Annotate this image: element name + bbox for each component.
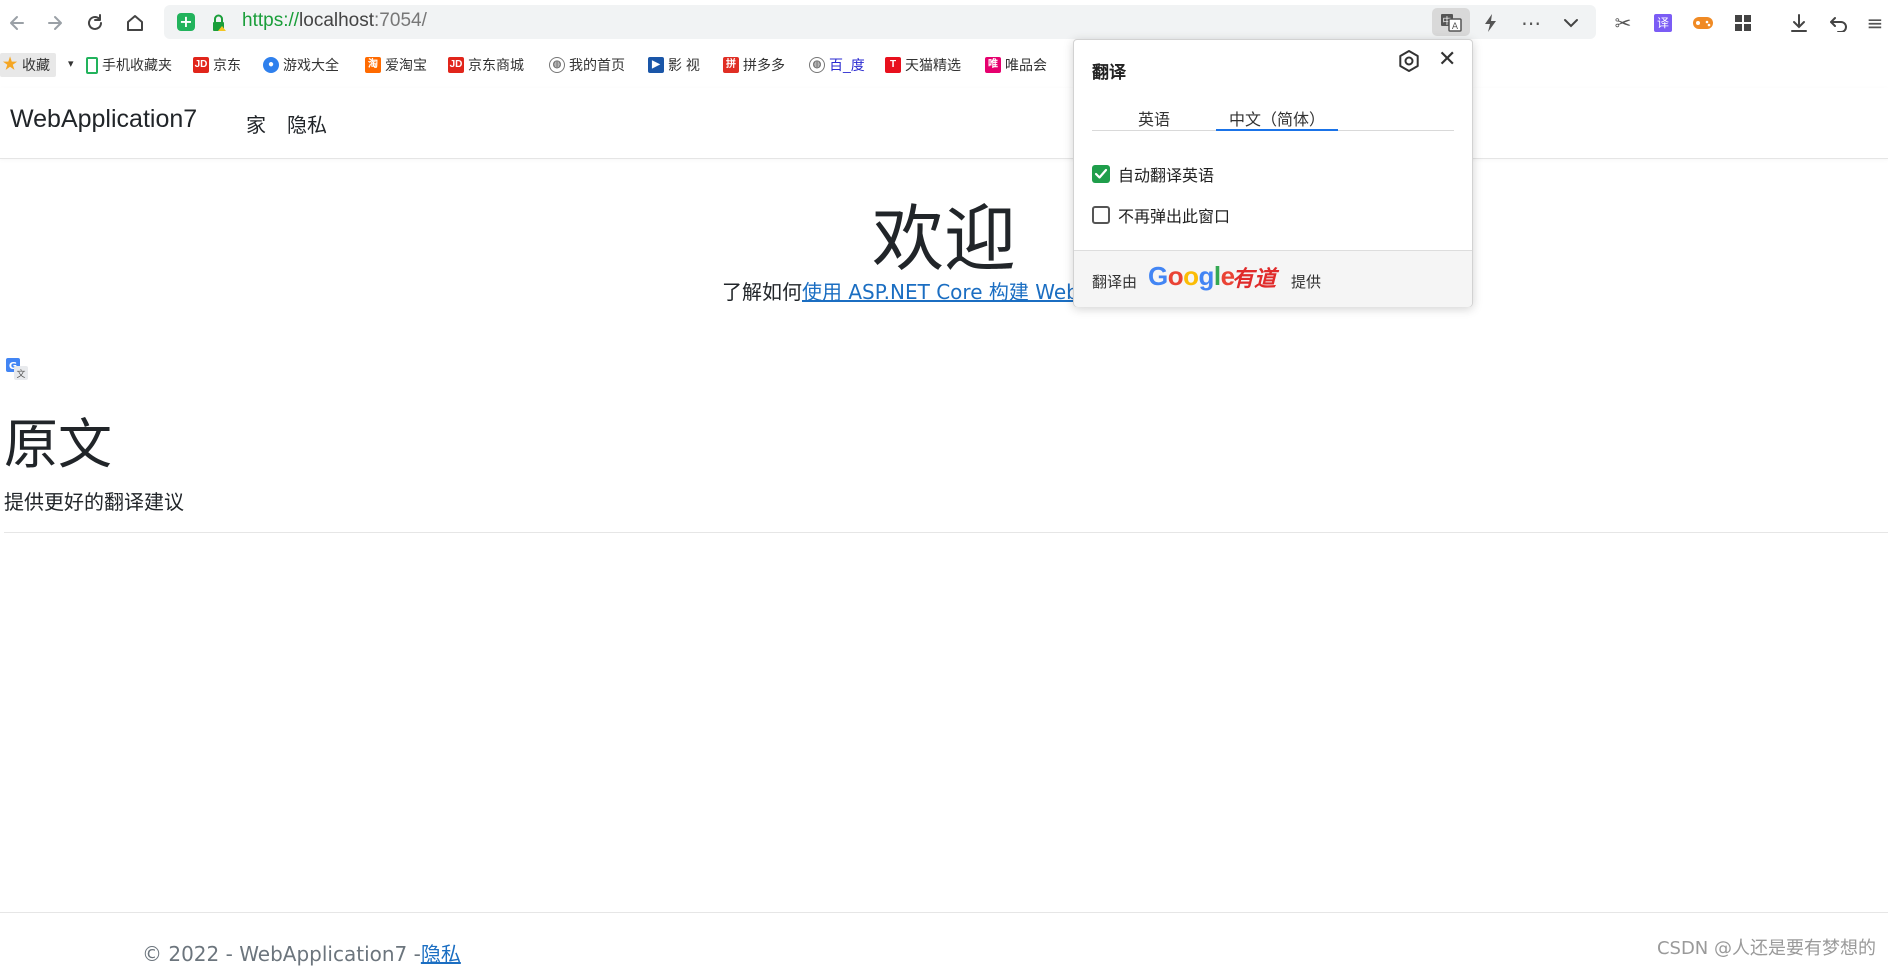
bookmark-label: 拼多多 <box>743 57 785 73</box>
star-icon: ★ <box>2 56 18 73</box>
game-icon: ● <box>263 57 279 73</box>
option-no-popup[interactable]: 不再弹出此窗口 <box>1092 203 1230 227</box>
bookmark-label: 天猫精选 <box>905 57 961 73</box>
bookmark-label: 百_度 <box>829 57 865 73</box>
back-icon[interactable] <box>4 10 30 36</box>
no-popup-label: 不再弹出此窗口 <box>1118 209 1231 226</box>
learn-link[interactable]: 使用 ASP.NET Core 构建 Web <box>802 280 1079 304</box>
translate-ext-icon[interactable]: 译 <box>1650 10 1676 36</box>
apps-grid-icon[interactable] <box>1730 10 1756 36</box>
bookmark-label: 收藏 <box>22 57 50 73</box>
footer-privacy-link[interactable]: 隐私 <box>421 942 461 966</box>
url-protocol: https:// <box>242 10 300 31</box>
footer-suffix: 提供 <box>1291 274 1322 291</box>
bookmark-item[interactable]: JD 京东商城 <box>448 55 524 75</box>
bookmark-item[interactable]: ▶ 影 视 <box>648 55 700 75</box>
home-icon[interactable] <box>122 10 148 36</box>
svg-text:文: 文 <box>16 368 25 380</box>
bookmark-item[interactable]: ◍ 我的首页 <box>549 55 625 75</box>
security-shield-icon[interactable]: + <box>177 13 195 31</box>
bookmark-item[interactable]: JD 京东 <box>193 55 241 75</box>
google-logo: Google <box>1148 261 1235 291</box>
globe-icon: ◍ <box>549 57 565 73</box>
learn-prefix: 了解如何 <box>722 280 802 304</box>
bookmark-item[interactable]: ● 游戏大全 <box>263 55 339 75</box>
bookmark-label: 我的首页 <box>569 57 625 73</box>
site-navbar: WebApplication7 家 隐私 <box>0 88 1888 159</box>
nav-privacy-link[interactable]: 隐私 <box>287 109 327 138</box>
gear-icon[interactable] <box>1396 48 1422 74</box>
bookmark-label: 手机收藏夹 <box>102 57 172 73</box>
favorites-dropdown-icon[interactable]: ▾ <box>68 57 74 70</box>
popup-footer: 翻译由 Google 有道 提供 <box>1074 250 1472 307</box>
vip-icon: 唯 <box>985 57 1001 73</box>
popup-title: 翻译 <box>1092 63 1126 82</box>
tmall-icon: T <box>885 57 901 73</box>
bookmark-label: 游戏大全 <box>283 57 339 73</box>
more-dots-icon[interactable]: ⋯ <box>1518 10 1544 36</box>
bookmark-label: 唯品会 <box>1005 57 1047 73</box>
phone-icon <box>86 56 98 74</box>
bookmark-item[interactable]: T 天猫精选 <box>885 55 961 75</box>
lightning-icon[interactable] <box>1478 10 1504 36</box>
no-popup-checkbox[interactable] <box>1092 206 1110 224</box>
jd-icon: JD <box>448 57 464 73</box>
bookmark-item[interactable]: 唯 唯品会 <box>985 55 1047 75</box>
welcome-heading: 欢迎 <box>871 197 1016 281</box>
bookmark-item[interactable]: 淘 爱淘宝 <box>365 55 427 75</box>
auto-translate-checkbox[interactable] <box>1092 165 1110 183</box>
tab-english[interactable]: 英语 <box>1092 106 1216 129</box>
undo-icon[interactable] <box>1826 10 1852 36</box>
auto-translate-label: 自动翻译英语 <box>1118 168 1215 185</box>
pdd-icon: 拼 <box>723 57 739 73</box>
option-auto-translate[interactable]: 自动翻译英语 <box>1092 162 1214 186</box>
footer-prefix: 翻译由 <box>1092 274 1138 291</box>
original-subtitle[interactable]: 提供更好的翻译建议 <box>4 486 184 515</box>
divider <box>4 532 1888 533</box>
google-translate-icon[interactable]: G文 <box>6 358 28 380</box>
lock-icon[interactable] <box>211 14 226 31</box>
youdao-logo: 有道 <box>1232 266 1277 291</box>
original-title: 原文 <box>4 413 112 476</box>
learn-paragraph: 了解如何使用 ASP.NET Core 构建 Web <box>722 276 1079 305</box>
taobao-icon: 淘 <box>365 57 381 73</box>
bookmark-item[interactable]: 拼 拼多多 <box>723 55 785 75</box>
browser-toolbar: + https://localhost:7054/ 中A ⋯ ✂ 译 ≡ <box>0 0 1888 44</box>
watermark: CSDN @人还是要有梦想的 <box>1656 938 1876 959</box>
download-icon[interactable] <box>1786 10 1812 36</box>
bookmark-item[interactable]: 手机收藏夹 <box>86 55 172 75</box>
chevron-down-icon[interactable] <box>1558 10 1584 36</box>
bookmarks-bar: ★ 收藏 ▾ 手机收藏夹 JD 京东 ● 游戏大全 淘 爱淘宝 JD 京东商城 … <box>0 49 1888 79</box>
menu-icon[interactable]: ≡ <box>1862 10 1888 36</box>
reload-icon[interactable] <box>82 10 108 36</box>
url-host: localhost <box>299 10 375 31</box>
footer-copyright: © 2022 - WebApplication7 - <box>142 942 421 966</box>
footer-divider <box>0 912 1888 913</box>
video-icon: ▶ <box>648 57 664 73</box>
bookmark-label: 京东商城 <box>468 57 524 73</box>
site-brand[interactable]: WebApplication7 <box>10 105 197 134</box>
site-footer: © 2022 - WebApplication7 -隐私 <box>142 938 461 967</box>
gamepad-icon[interactable] <box>1690 10 1716 36</box>
forward-icon[interactable] <box>42 10 68 36</box>
bookmark-favorites[interactable]: ★ 收藏 <box>0 53 56 77</box>
scissors-icon[interactable]: ✂ <box>1610 10 1636 36</box>
language-tabs: 英语 中文（简体） <box>1092 106 1454 131</box>
bookmark-label: 爱淘宝 <box>385 57 427 73</box>
svg-text:A: A <box>1452 22 1459 32</box>
bookmark-label: 影 视 <box>668 57 700 73</box>
bookmark-item[interactable]: ◍ 百_度 <box>809 55 865 75</box>
translate-popup: 翻译 ✕ 英语 中文（简体） 自动翻译英语 不再弹出此窗口 翻译由 Google… <box>1073 39 1473 307</box>
nav-home-link[interactable]: 家 <box>246 109 266 138</box>
tab-chinese-simplified[interactable]: 中文（简体） <box>1216 106 1338 131</box>
url-path: :7054/ <box>374 10 427 31</box>
bookmark-label: 京东 <box>213 57 241 73</box>
close-icon[interactable]: ✕ <box>1438 46 1456 72</box>
url-text[interactable]: https://localhost:7054/ <box>242 10 427 32</box>
translate-page-button[interactable]: 中A <box>1432 8 1470 36</box>
jd-icon: JD <box>193 57 209 73</box>
globe-icon: ◍ <box>809 57 825 73</box>
